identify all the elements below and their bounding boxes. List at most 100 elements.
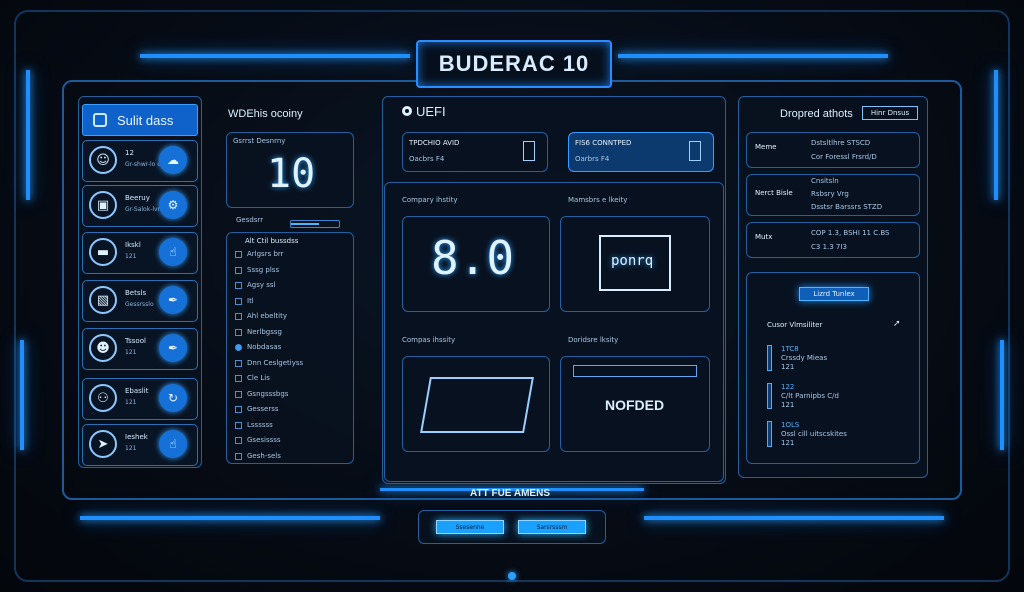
- app-icon: [93, 113, 107, 127]
- option-checkbox[interactable]: [235, 297, 242, 305]
- option-label: Gesh-sels: [247, 451, 281, 460]
- option-label: Agsy ssl: [247, 281, 276, 289]
- pin-icon[interactable]: ➚: [893, 319, 901, 329]
- option-label: Gsngsssbgs: [247, 389, 289, 398]
- sidebar-item-label: 12: [125, 149, 134, 157]
- tile-4[interactable]: NOFDED: [560, 356, 710, 452]
- network-icon: [420, 377, 534, 433]
- sidebar-item-label: Beeruy: [125, 194, 150, 202]
- group-key: Mutx: [755, 233, 773, 241]
- legend-text: Crssdy Mieas: [781, 354, 828, 362]
- group-key: Nerct Bisle: [755, 189, 793, 197]
- option-checkbox[interactable]: [235, 375, 242, 382]
- tile-3[interactable]: [402, 356, 550, 452]
- pen-icon[interactable]: ✒: [159, 334, 187, 362]
- right-header-button[interactable]: Hinr Dnsus: [862, 106, 918, 120]
- tile-label-1: Compary ihstity: [402, 196, 458, 204]
- sidebar-item-5[interactable]: ☻ Tssool 121 ✒: [82, 328, 198, 370]
- status-card-title: FIS6 CONNTPED: [575, 139, 632, 147]
- pen-icon[interactable]: ✒: [159, 286, 187, 314]
- group-line: Dstsltlhre STSCD: [811, 139, 871, 147]
- option-label: Ahl ebeltity: [247, 312, 287, 320]
- refresh-icon[interactable]: ↻: [159, 384, 187, 412]
- main-title: UEFI: [416, 104, 446, 119]
- chip-icon: [523, 141, 535, 161]
- option-checkbox[interactable]: [235, 421, 242, 429]
- option-label: Dnn Ceslgetiyss: [247, 358, 304, 367]
- sidebar-item-sub: Gessrsslo: [125, 301, 154, 308]
- sidebar-item-6[interactable]: ⚇ Ebaslit 121 ↻: [82, 378, 198, 420]
- status-card-title: TPDCHIO AVID: [409, 139, 460, 147]
- sidebar-item-1[interactable]: ☺ 12 Gr-shwr-lo ok ☁: [82, 140, 198, 182]
- option-label: Gesserss: [247, 405, 279, 413]
- value-box-label: Gsrrst Desnrny: [233, 137, 286, 145]
- legend-text: 122: [781, 383, 795, 391]
- option-checkbox[interactable]: [235, 452, 242, 460]
- legend-box: Lizrd Tunlex Cusor Vlmsiliter ➚ 1TC8 Crss…: [746, 272, 920, 464]
- option-checkbox[interactable]: [235, 406, 242, 413]
- footer-button-2[interactable]: Sarsrsssm: [518, 520, 586, 534]
- monitor-icon: ▣: [89, 191, 117, 219]
- right-glow: [994, 70, 998, 200]
- legend-text: Ossl cill uitscskites: [781, 430, 847, 438]
- option-checkbox[interactable]: [235, 328, 242, 336]
- section-label: Gesdsrr: [236, 216, 264, 224]
- option-checkbox[interactable]: [235, 282, 242, 289]
- sidebar-item-sub: 121: [125, 253, 137, 260]
- bottom-glow-left: [80, 516, 380, 520]
- option-checkbox[interactable]: [235, 437, 242, 444]
- people-icon: ⚇: [89, 384, 117, 412]
- option-checkbox[interactable]: [235, 359, 242, 367]
- status-card-2[interactable]: FIS6 CONNTPED Oarbrs F4: [568, 132, 714, 172]
- sidebar-item-3[interactable]: ▬ Ikskl 121 ☝: [82, 232, 198, 274]
- tile-bar: [573, 365, 697, 377]
- legend-swatch: [767, 345, 772, 371]
- status-card-sub: Oacbrs F4: [409, 155, 445, 163]
- cloud-icon[interactable]: ☁: [159, 146, 187, 174]
- option-checkbox[interactable]: [235, 313, 242, 320]
- group-line: Cor Foressl Frsrd/D: [811, 153, 877, 161]
- sidebar-item-4[interactable]: ▧ Betsls Gessrsslo ✒: [82, 280, 198, 322]
- settings-icon[interactable]: ⚙: [159, 191, 187, 219]
- footer-button-1[interactable]: Ssesenne: [436, 520, 504, 534]
- sidebar-item-7[interactable]: ➤ Ieshek 121 ☝: [82, 424, 198, 466]
- send-icon: ➤: [89, 430, 117, 458]
- option-checkbox[interactable]: [235, 251, 242, 258]
- option-checkbox[interactable]: [235, 266, 242, 274]
- tile-value: ponrq: [611, 253, 654, 269]
- tile-1[interactable]: 8.0: [402, 216, 550, 312]
- option-label: Lssssss: [247, 420, 273, 429]
- option-checkbox[interactable]: [235, 390, 242, 398]
- legend-swatch: [767, 421, 772, 447]
- hand-icon[interactable]: ☝: [159, 430, 187, 458]
- tile-value: 8.0: [431, 231, 515, 285]
- value-box: Gsrrst Desnrny 10: [226, 132, 354, 208]
- app-title: BUDERAC 10: [438, 51, 590, 76]
- sidebar-item-sub: 121: [125, 445, 137, 452]
- sidebar-item-sub: Gr-Salok-lvre: [125, 206, 164, 213]
- legend-text: C/lt Parnipbs C/d: [781, 392, 839, 400]
- sidebar-item-label: Ebaslit: [125, 387, 149, 395]
- footer-title: ATT FUE AMENS: [470, 488, 550, 499]
- group-3: Mutx COP 1.3, BSHI 11 C.BS C3 1.3 7I3: [746, 222, 920, 258]
- sidebar-item-label: Tssool: [125, 337, 146, 345]
- legend-text: 121: [781, 439, 795, 447]
- hand-icon[interactable]: ☝: [159, 238, 187, 266]
- option-label: Itl: [247, 296, 254, 305]
- tile-2[interactable]: ponrq: [560, 216, 710, 312]
- sidebar-item-label: Ieshek: [125, 433, 148, 441]
- sidebar-item-2[interactable]: ▣ Beeruy Gr-Salok-lvre ⚙: [82, 185, 198, 227]
- legend-badge[interactable]: Lizrd Tunlex: [799, 287, 869, 301]
- option-checkbox[interactable]: [235, 344, 242, 351]
- group-2: Nerct Bisle Cnsitsln Rsbsry Vrg Dsstsr B…: [746, 174, 920, 216]
- legend-swatch: [767, 383, 772, 409]
- status-card-1[interactable]: TPDCHIO AVID Oacbrs F4: [402, 132, 548, 172]
- sidebar-item-sub: 121: [125, 399, 137, 406]
- section-slider[interactable]: [290, 220, 340, 228]
- sidebar-header[interactable]: Sulit dass: [82, 104, 198, 136]
- sidebar-item-label: Ikskl: [125, 241, 141, 249]
- title-plate: BUDERAC 10: [416, 40, 612, 88]
- option-label: Arlgsrs brr: [247, 250, 284, 258]
- group-key: Meme: [755, 143, 777, 151]
- column-title: WDEhis ocoiny: [228, 108, 303, 120]
